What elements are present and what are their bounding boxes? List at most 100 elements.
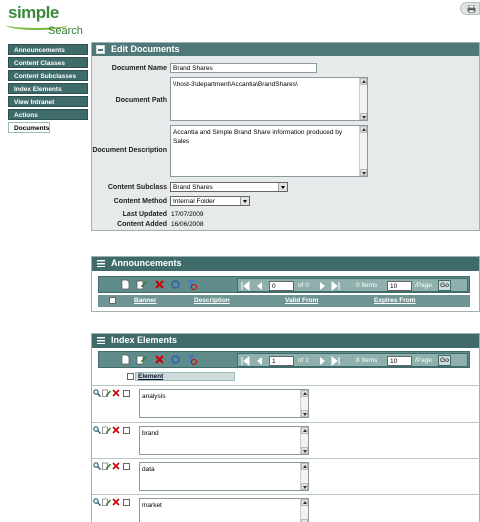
element-scrollbar[interactable] xyxy=(300,390,308,417)
announcements-title: Announcements xyxy=(111,258,182,268)
refresh-icon[interactable] xyxy=(170,279,181,290)
column-expires-from[interactable]: Expires From xyxy=(374,297,416,304)
delete-icon[interactable] xyxy=(112,389,120,397)
announcements-header: Announcements xyxy=(92,257,479,271)
delete-icon[interactable] xyxy=(112,462,120,470)
document-description-scrollbar[interactable] xyxy=(359,126,367,176)
content-added-label: Content Added xyxy=(117,221,167,228)
last-icon[interactable] xyxy=(331,281,340,291)
edit-icon[interactable] xyxy=(102,498,111,506)
sidebar-item-announcements[interactable]: Announcements xyxy=(8,44,88,55)
column-banner[interactable]: Banner xyxy=(134,297,156,304)
element-textarea[interactable]: data xyxy=(139,462,309,491)
announcements-page-of: of 0 xyxy=(298,282,309,289)
search-icon[interactable] xyxy=(93,462,101,470)
announcements-item-count: 0 Items xyxy=(356,282,378,289)
sidebar-item-documents[interactable]: Documents xyxy=(8,122,51,133)
content-subclass-select[interactable]: Brand Shares xyxy=(170,182,288,192)
sidebar-item-actions[interactable]: Actions xyxy=(8,109,88,120)
per-page-label: /Page xyxy=(415,357,432,364)
element-textarea[interactable]: analysis xyxy=(139,389,309,418)
index-elements-page-of: of 1 xyxy=(298,357,309,364)
row-checkbox[interactable] xyxy=(123,463,130,470)
content-method-value: Internal Folder xyxy=(173,198,215,205)
delete-icon[interactable] xyxy=(112,498,120,506)
collapse-icon[interactable] xyxy=(96,45,105,54)
content-method-select[interactable]: Internal Folder xyxy=(170,196,250,206)
announcements-panel: Announcements 0 of 0 0 Items 10 /Page Go xyxy=(91,256,480,312)
filter-clear-icon[interactable] xyxy=(186,354,197,365)
edit-icon[interactable] xyxy=(136,279,147,290)
delete-icon[interactable] xyxy=(154,354,165,365)
last-icon[interactable] xyxy=(331,356,340,366)
search-icon[interactable] xyxy=(93,389,101,397)
list-item: data xyxy=(92,458,480,495)
search-icon[interactable] xyxy=(93,426,101,434)
element-scrollbar[interactable] xyxy=(300,463,308,490)
delete-icon[interactable] xyxy=(154,279,165,290)
index-elements-pager: 1 of 1 8 Items 10 /Page Go xyxy=(237,353,468,367)
sidebar-item-index-elements[interactable]: Index Elements xyxy=(8,83,88,94)
last-updated-value: 17/07/2009 xyxy=(171,211,204,218)
edit-documents-panel: Edit Documents Document Name Brand Share… xyxy=(91,42,480,231)
list-item: market xyxy=(92,494,480,522)
index-elements-go-button[interactable]: Go xyxy=(438,355,451,366)
next-icon[interactable] xyxy=(318,356,327,366)
edit-icon[interactable] xyxy=(102,426,111,434)
sidebar-item-view-intranet[interactable]: View Intranet xyxy=(8,96,88,107)
row-checkbox[interactable] xyxy=(123,427,130,434)
document-description-label: Document Description xyxy=(92,147,167,154)
content-subclass-label: Content Subclass xyxy=(107,184,167,191)
new-icon[interactable] xyxy=(120,279,131,290)
document-description-textarea[interactable]: Accantia and Simple Brand Share informat… xyxy=(170,125,368,177)
delete-icon[interactable] xyxy=(112,426,120,434)
edit-icon[interactable] xyxy=(102,389,111,397)
edit-icon[interactable] xyxy=(136,354,147,365)
new-icon[interactable] xyxy=(120,354,131,365)
sidebar-item-content-classes[interactable]: Content Classes xyxy=(8,57,88,68)
document-path-value: \\host-3\department\Accantia\BrandShares… xyxy=(173,81,298,88)
document-path-textarea[interactable]: \\host-3\department\Accantia\BrandShares… xyxy=(170,77,368,121)
logo-word-search: Search xyxy=(48,25,83,37)
element-value: data xyxy=(142,466,155,473)
announcements-go-button[interactable]: Go xyxy=(438,280,451,291)
refresh-icon[interactable] xyxy=(170,354,181,365)
element-textarea[interactable]: brand xyxy=(139,426,309,455)
edit-icon[interactable] xyxy=(102,462,111,470)
print-button[interactable] xyxy=(460,2,480,15)
filter-clear-icon[interactable] xyxy=(186,279,197,290)
document-path-scrollbar[interactable] xyxy=(359,78,367,120)
index-elements-per-page-input[interactable]: 10 xyxy=(387,356,412,366)
content-added-value: 16/06/2008 xyxy=(171,221,204,228)
element-textarea[interactable]: market xyxy=(139,498,309,522)
announcements-column-header: Banner Description Valid From Expires Fr… xyxy=(98,295,470,307)
first-icon[interactable] xyxy=(241,356,250,366)
row-checkbox[interactable] xyxy=(123,390,130,397)
document-name-input[interactable]: Brand Shares xyxy=(170,63,317,73)
index-elements-page-input[interactable]: 1 xyxy=(269,356,294,366)
element-scrollbar[interactable] xyxy=(300,427,308,454)
content-subclass-value: Brand Shares xyxy=(173,184,213,191)
prev-icon[interactable] xyxy=(255,356,264,366)
document-name-label: Document Name xyxy=(111,65,167,72)
row-checkbox[interactable] xyxy=(123,499,130,506)
prev-icon[interactable] xyxy=(255,281,264,291)
sidebar-item-content-subclasses[interactable]: Content Subclasses xyxy=(8,70,88,81)
select-all-checkbox[interactable] xyxy=(109,297,116,304)
chevron-down-icon xyxy=(278,183,287,191)
first-icon[interactable] xyxy=(241,281,250,291)
print-icon xyxy=(467,5,476,13)
element-value: market xyxy=(142,502,162,509)
column-description[interactable]: Description xyxy=(194,297,230,304)
announcements-pager: 0 of 0 0 Items 10 /Page Go xyxy=(237,278,468,292)
index-elements-title: Index Elements xyxy=(111,335,178,345)
next-icon[interactable] xyxy=(318,281,327,291)
column-valid-from[interactable]: Valid From xyxy=(285,297,318,304)
announcements-page-input[interactable]: 0 xyxy=(269,281,294,291)
announcements-per-page-input[interactable]: 10 xyxy=(387,281,412,291)
document-path-label: Document Path xyxy=(115,97,167,104)
column-element[interactable]: Element xyxy=(138,373,163,380)
search-icon[interactable] xyxy=(93,498,101,506)
element-scrollbar[interactable] xyxy=(300,499,308,522)
select-all-checkbox[interactable] xyxy=(127,373,134,380)
